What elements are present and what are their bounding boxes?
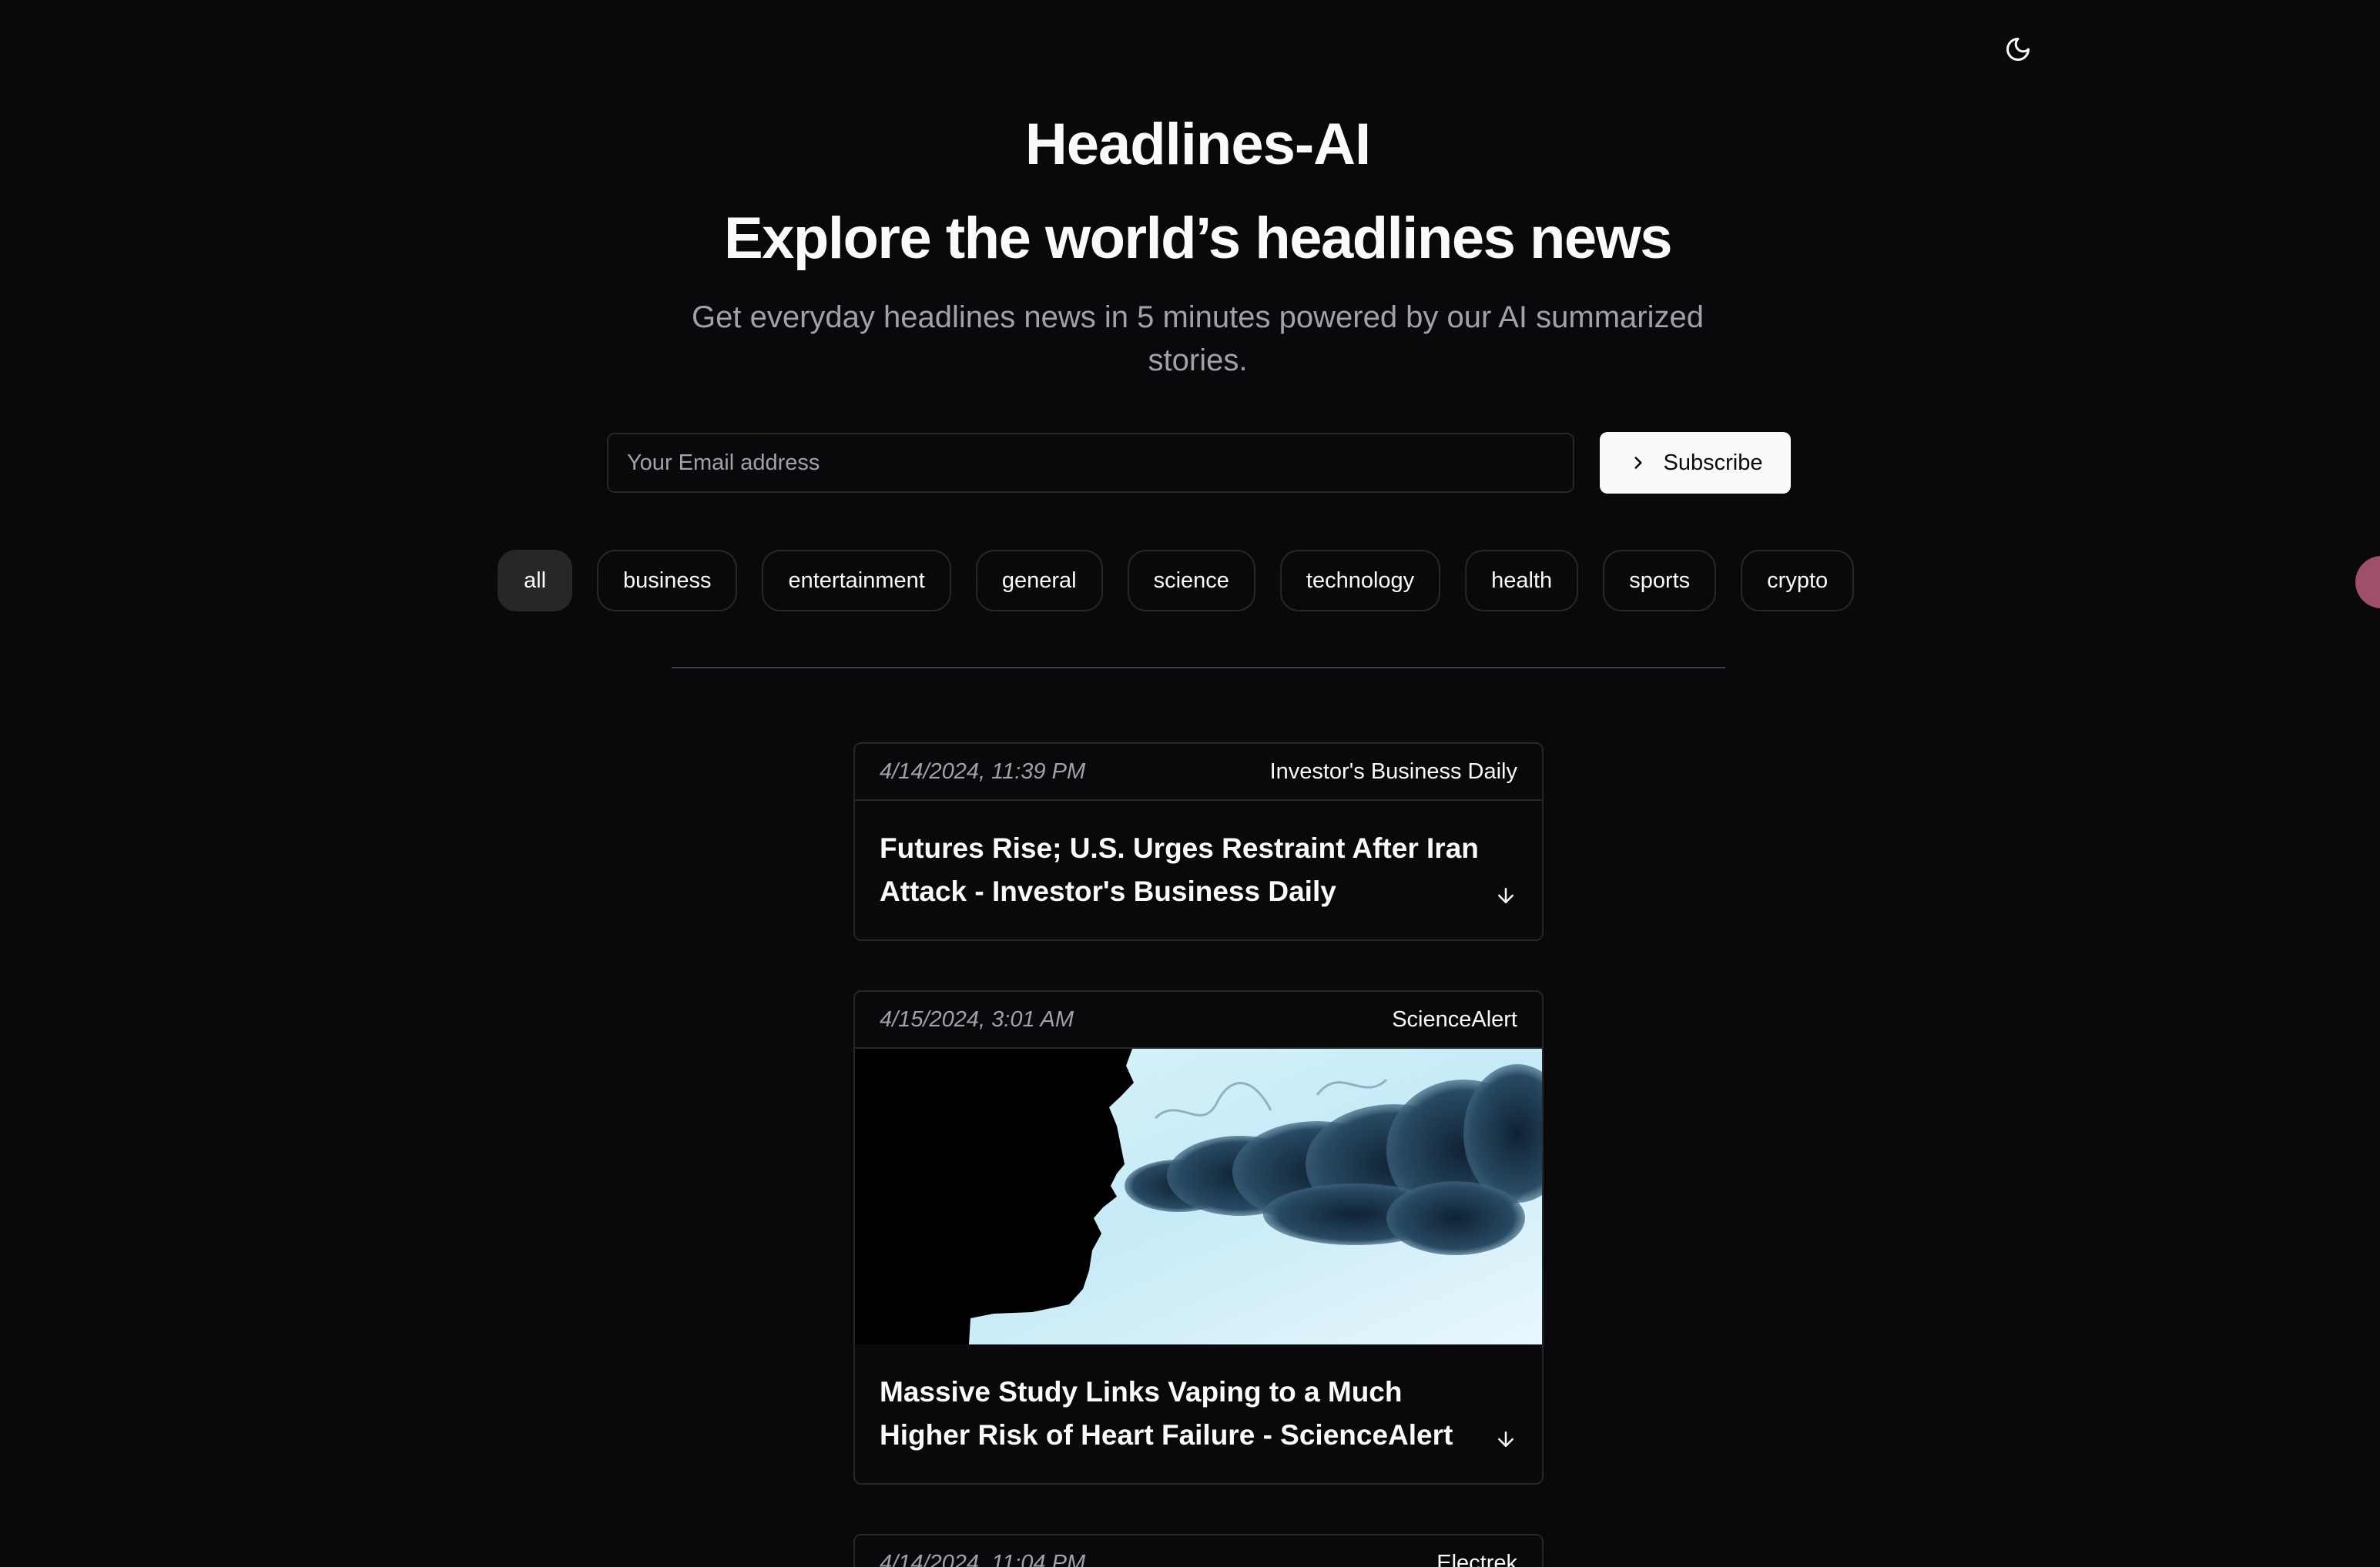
arrow-down-icon [1498,1431,1513,1447]
hero-title: Explore the world’s headlines news [723,206,1673,271]
card-date: 4/14/2024, 11:04 PM [880,1550,1086,1567]
news-card: 4/14/2024, 11:39 PM Investor's Business … [853,742,1544,941]
subscribe-button[interactable]: Subscribe [1600,432,1791,494]
category-chip-crypto[interactable]: crypto [1741,550,1855,611]
card-header: 4/14/2024, 11:39 PM Investor's Business … [855,744,1542,801]
expand-button[interactable] [1493,1426,1519,1452]
category-chip-entertainment[interactable]: entertainment [762,550,951,611]
news-feed: 4/14/2024, 11:39 PM Investor's Business … [853,742,1544,1567]
card-date: 4/14/2024, 11:39 PM [880,758,1086,784]
card-header: 4/15/2024, 3:01 AM ScienceAlert [855,992,1542,1049]
card-title[interactable]: Futures Rise; U.S. Urges Restraint After… [880,827,1479,913]
chevron-right-icon [1634,457,1642,469]
email-input[interactable] [607,433,1574,493]
card-source: Investor's Business Daily [1269,758,1517,784]
category-chip-business[interactable]: business [597,550,738,611]
category-chip-health[interactable]: health [1465,550,1579,611]
theme-toggle-button[interactable] [1998,29,2038,69]
divider [672,667,1725,668]
card-title[interactable]: Massive Study Links Vaping to a Much Hig… [880,1371,1479,1457]
card-header: 4/14/2024, 11:04 PM Electrek [855,1535,1542,1567]
hero-subtitle: Get everyday headlines news in 5 minutes… [691,300,1704,377]
news-card: 4/14/2024, 11:04 PM Electrek [853,1534,1544,1567]
article-image[interactable] [855,1049,1544,1344]
category-chip-sports[interactable]: sports [1603,550,1717,611]
moon-icon [2006,38,2030,61]
category-chip-science[interactable]: science [1127,550,1255,611]
card-body[interactable]: Futures Rise; U.S. Urges Restraint After… [855,801,1542,939]
news-card: 4/15/2024, 3:01 AM ScienceAlert Massive … [853,990,1544,1485]
category-chip-all[interactable]: all [498,550,573,611]
subscribe-button-label: Subscribe [1663,450,1763,475]
floating-avatar-button[interactable] [2355,556,2380,608]
category-filter: all business entertainment general scien… [498,550,1855,611]
category-chip-general[interactable]: general [975,550,1103,611]
card-source: ScienceAlert [1392,1006,1517,1032]
card-source: Electrek [1436,1550,1517,1567]
arrow-down-icon [1498,888,1513,903]
expand-button[interactable] [1493,882,1519,909]
card-body[interactable]: Massive Study Links Vaping to a Much Hig… [855,1344,1542,1483]
category-chip-technology[interactable]: technology [1279,550,1441,611]
card-date: 4/15/2024, 3:01 AM [880,1006,1074,1032]
app-title: Headlines-AI [1024,112,1371,177]
